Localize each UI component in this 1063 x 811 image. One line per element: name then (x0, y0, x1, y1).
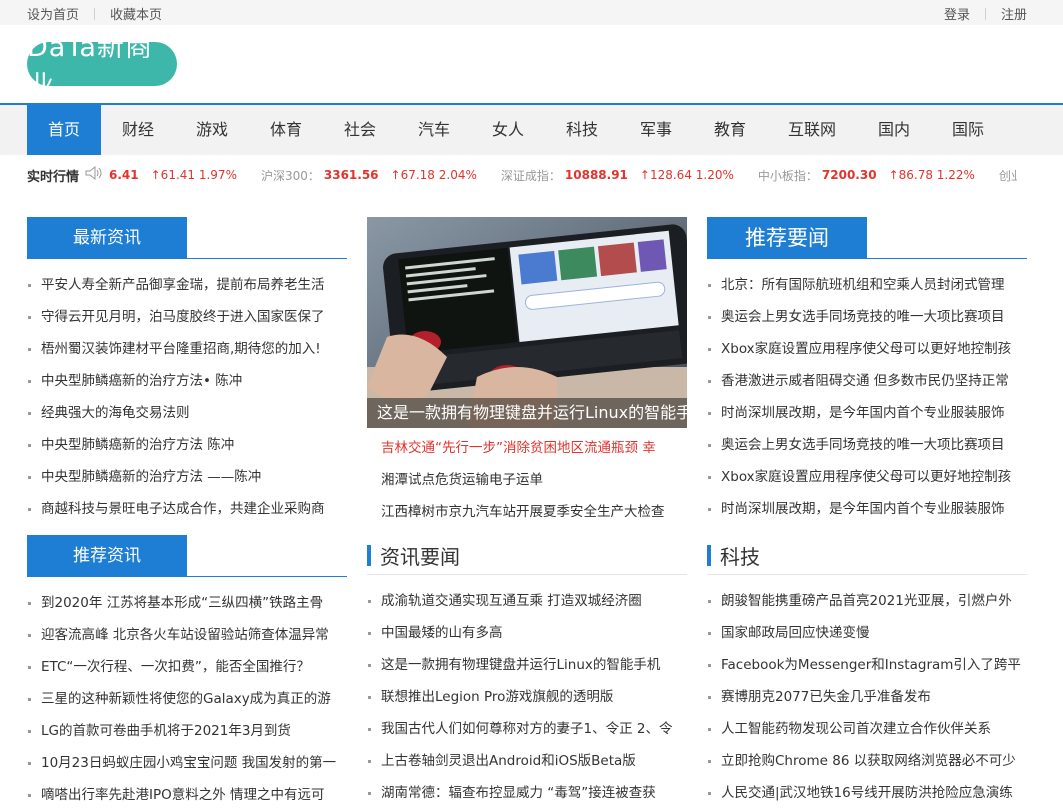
list-item[interactable]: 时尚深圳展改期，是今年国内首个专业服装服饰 (707, 397, 1027, 429)
list-item[interactable]: 奥运会上男女选手同场竞技的唯一大项比赛项目 (707, 429, 1027, 461)
main-nav: 首页 财经 游戏 体育 社会 汽车 女人 科技 军事 教育 互联网 国内 国际 (0, 105, 1063, 155)
nav-item-education[interactable]: 教育 (693, 105, 767, 155)
list-item[interactable]: 守得云开见月明，泊马度胶终于进入国家医保了 (27, 301, 347, 333)
list-item[interactable]: 商越科技与景旺电子达成合作，共建企业采购商 (27, 493, 347, 525)
nav-item-international[interactable]: 国际 (931, 105, 1005, 155)
ticker-item[interactable]: 创业板指： 2248 (999, 167, 1017, 184)
set-homepage-link[interactable]: 设为首页 (27, 4, 79, 23)
list-item[interactable]: 湖南常德：辐查布控显威力 “毒驾”接连被查获 (367, 777, 687, 809)
list-item[interactable]: 国家邮政局回应快递变慢 (707, 617, 1027, 649)
info-news-header: 资讯要闻 (367, 535, 687, 575)
divider (94, 7, 96, 20)
recommended-news-box: 推荐要闻 北京：所有国际航班机组和空乘人员封闭式管理 奥运会上男女选手同场竞技的… (707, 217, 1027, 525)
list-item[interactable]: 湘潭试点危货运输电子运单 (367, 464, 687, 496)
photo-caption[interactable]: 这是一款拥有物理键盘并运行Linux的智能手机 (367, 398, 687, 428)
list-item[interactable]: 中央型肺鳞癌新的治疗方法• 陈冲 (27, 365, 347, 397)
recommended-info-list: 到2020年 江苏将基本形成“三纵四横”铁路主骨 迎客流高峰 北京各火车站设留验… (27, 587, 347, 811)
list-item[interactable]: 江西樟树市京九汽车站开展夏季安全生产大检查 (367, 496, 687, 528)
info-news-title[interactable]: 资讯要闻 (380, 541, 460, 570)
list-item[interactable]: LG的首款可卷曲手机将于2021年3月到货 (27, 715, 347, 747)
recommended-info-header: 推荐资讯 (27, 535, 347, 577)
recommended-news-tab[interactable]: 推荐要闻 (707, 217, 867, 259)
list-item[interactable]: 我国古代人们如何尊称对方的妻子1、令正 2、令 (367, 713, 687, 745)
list-item[interactable]: 联想推出Legion Pro游戏旗舰的透明版 (367, 681, 687, 713)
list-item[interactable]: 奥运会上男女选手同场竞技的唯一大项比赛项目 (707, 301, 1027, 333)
ticker-label: 实时行情 (27, 169, 80, 185)
tech-box: 科技 朗骏智能携重磅产品首亮2021光亚展，引燃户外 国家邮政局回应快递变慢 F… (707, 535, 1027, 809)
info-news-box: 资讯要闻 成渝轨道交通实现互通互乘 打造双城经济圈 中国最矮的山有多高 这是一款… (367, 535, 687, 809)
nav-item-sports[interactable]: 体育 (249, 105, 323, 155)
phone-keyboard-image (367, 217, 687, 428)
site-logo[interactable]: DaTa新商业 (27, 32, 177, 102)
recommended-news-header: 推荐要闻 (707, 217, 1027, 259)
tech-header: 科技 (707, 535, 1027, 575)
list-item[interactable]: 迎客流高峰 北京各火车站设留验站筛查体温异常 (27, 619, 347, 651)
list-item[interactable]: 北京：所有国际航班机组和空乘人员封闭式管理 (707, 269, 1027, 301)
list-item[interactable]: 三星的这种新颖性将使您的Galaxy成为真正的游 (27, 683, 347, 715)
login-link[interactable]: 登录 (944, 4, 970, 23)
site-header: DaTa新商业 (0, 25, 1063, 105)
list-item[interactable]: 中央型肺鳞癌新的治疗方法 陈冲 (27, 429, 347, 461)
top-utility-bar: 设为首页 收藏本页 登录 注册 (0, 0, 1063, 25)
list-item[interactable]: 经典强大的海龟交易法则 (27, 397, 347, 429)
list-item[interactable]: 立即抢购Chrome 86 以获取网络浏览器必不可少 (707, 745, 1027, 777)
nav-item-internet[interactable]: 互联网 (767, 105, 857, 155)
list-item[interactable]: Xbox家庭设置应用程序使父母可以更好地控制孩 (707, 333, 1027, 365)
list-item[interactable]: 10月23日蚂蚁庄园小鸡宝宝问题 我国发射的第一 (27, 747, 347, 779)
nav-item-society[interactable]: 社会 (323, 105, 397, 155)
list-item[interactable]: 上古卷轴剑灵退出Android和iOS版Beta版 (367, 745, 687, 777)
list-item[interactable]: 吉林交通“先行一步”消除贫困地区流通瓶颈 幸 (367, 432, 687, 464)
ticker-item[interactable]: 沪深300： 3361.56 ↑67.18 2.04% (261, 167, 477, 184)
speaker-icon (85, 165, 103, 184)
list-item[interactable]: 嘀嗒出行率先赴港IPO意料之外 情理之中有远可 (27, 779, 347, 811)
latest-news-box: 最新资讯 平安人寿全新产品御享金瑞，提前布局养老生活 守得云开见月明，泊马度胶终… (27, 217, 347, 525)
ticker-item[interactable]: 6.41 ↑61.41 1.97% (109, 168, 237, 182)
info-news-list: 成渝轨道交通实现互通互乘 打造双城经济圈 中国最矮的山有多高 这是一款拥有物理键… (367, 585, 687, 809)
list-item[interactable]: 这是一款拥有物理键盘并运行Linux的智能手机 (367, 649, 687, 681)
list-item[interactable]: 成渝轨道交通实现互通互乘 打造双城经济圈 (367, 585, 687, 617)
nav-item-finance[interactable]: 财经 (101, 105, 175, 155)
nav-item-home[interactable]: 首页 (27, 105, 101, 155)
register-link[interactable]: 注册 (1001, 4, 1027, 23)
recommended-news-list: 北京：所有国际航班机组和空乘人员封闭式管理 奥运会上男女选手同场竞技的唯一大项比… (707, 269, 1027, 525)
recommended-info-box: 推荐资讯 到2020年 江苏将基本形成“三纵四横”铁路主骨 迎客流高峰 北京各火… (27, 535, 347, 811)
market-ticker: 实时行情 6.41 ↑61.41 1.97% 沪深300： 3361.56 ↑6… (27, 163, 1017, 187)
section-bar (707, 545, 711, 566)
nav-item-women[interactable]: 女人 (471, 105, 545, 155)
nav-item-military[interactable]: 军事 (619, 105, 693, 155)
nav-item-auto[interactable]: 汽车 (397, 105, 471, 155)
nav-item-tech[interactable]: 科技 (545, 105, 619, 155)
bookmark-link[interactable]: 收藏本页 (110, 4, 162, 23)
tech-title[interactable]: 科技 (720, 541, 760, 570)
list-item[interactable]: 梧州蜀汉装饰建材平台隆重招商,期待您的加入! (27, 333, 347, 365)
list-item[interactable]: 香港激进示威者阻碍交通 但多数市民仍坚持正常 (707, 365, 1027, 397)
list-item[interactable]: ETC“一次行程、一次扣费”，能否全国推行？ (27, 651, 347, 683)
list-item[interactable]: Xbox家庭设置应用程序使父母可以更好地控制孩 (707, 461, 1027, 493)
recommended-info-tab[interactable]: 推荐资讯 (27, 535, 187, 577)
list-item[interactable]: 人工智能药物发现公司首次建立合作伙伴关系 (707, 713, 1027, 745)
latest-news-header: 最新资讯 (27, 217, 347, 259)
list-item[interactable]: 朗骏智能携重磅产品首亮2021光亚展，引燃户外 (707, 585, 1027, 617)
latest-news-list: 平安人寿全新产品御享金瑞，提前布局养老生活 守得云开见月明，泊马度胶终于进入国家… (27, 269, 347, 525)
list-item[interactable]: Facebook为Messenger和Instagram引入了跨平 (707, 649, 1027, 681)
ticker-item[interactable]: 中小板指： 7200.30 ↑86.78 1.22% (758, 167, 975, 184)
list-item[interactable]: 中央型肺鳞癌新的治疗方法 ——陈冲 (27, 461, 347, 493)
featured-photo[interactable]: 这是一款拥有物理键盘并运行Linux的智能手机 (367, 217, 687, 428)
nav-item-games[interactable]: 游戏 (175, 105, 249, 155)
divider (984, 7, 986, 20)
section-bar (367, 545, 371, 566)
list-item[interactable]: 人民交通|武汉地铁16号线开展防洪抢险应急演练 (707, 777, 1027, 809)
list-item[interactable]: 中国最矮的山有多高 (367, 617, 687, 649)
latest-news-tab[interactable]: 最新资讯 (27, 217, 187, 259)
list-item[interactable]: 平安人寿全新产品御享金瑞，提前布局养老生活 (27, 269, 347, 301)
list-item[interactable]: 赛博朋克2077已失金几乎准备发布 (707, 681, 1027, 713)
list-item[interactable]: 到2020年 江苏将基本形成“三纵四横”铁路主骨 (27, 587, 347, 619)
tech-list: 朗骏智能携重磅产品首亮2021光亚展，引燃户外 国家邮政局回应快递变慢 Face… (707, 585, 1027, 809)
list-item[interactable]: 时尚深圳展改期，是今年国内首个专业服装服饰 (707, 493, 1027, 525)
photo-related-list: 吉林交通“先行一步”消除贫困地区流通瓶颈 幸 湘潭试点危货运输电子运单 江西樟树… (367, 432, 687, 528)
ticker-item[interactable]: 深证成指： 10888.91 ↑128.64 1.20% (501, 167, 734, 184)
nav-item-domestic[interactable]: 国内 (857, 105, 931, 155)
